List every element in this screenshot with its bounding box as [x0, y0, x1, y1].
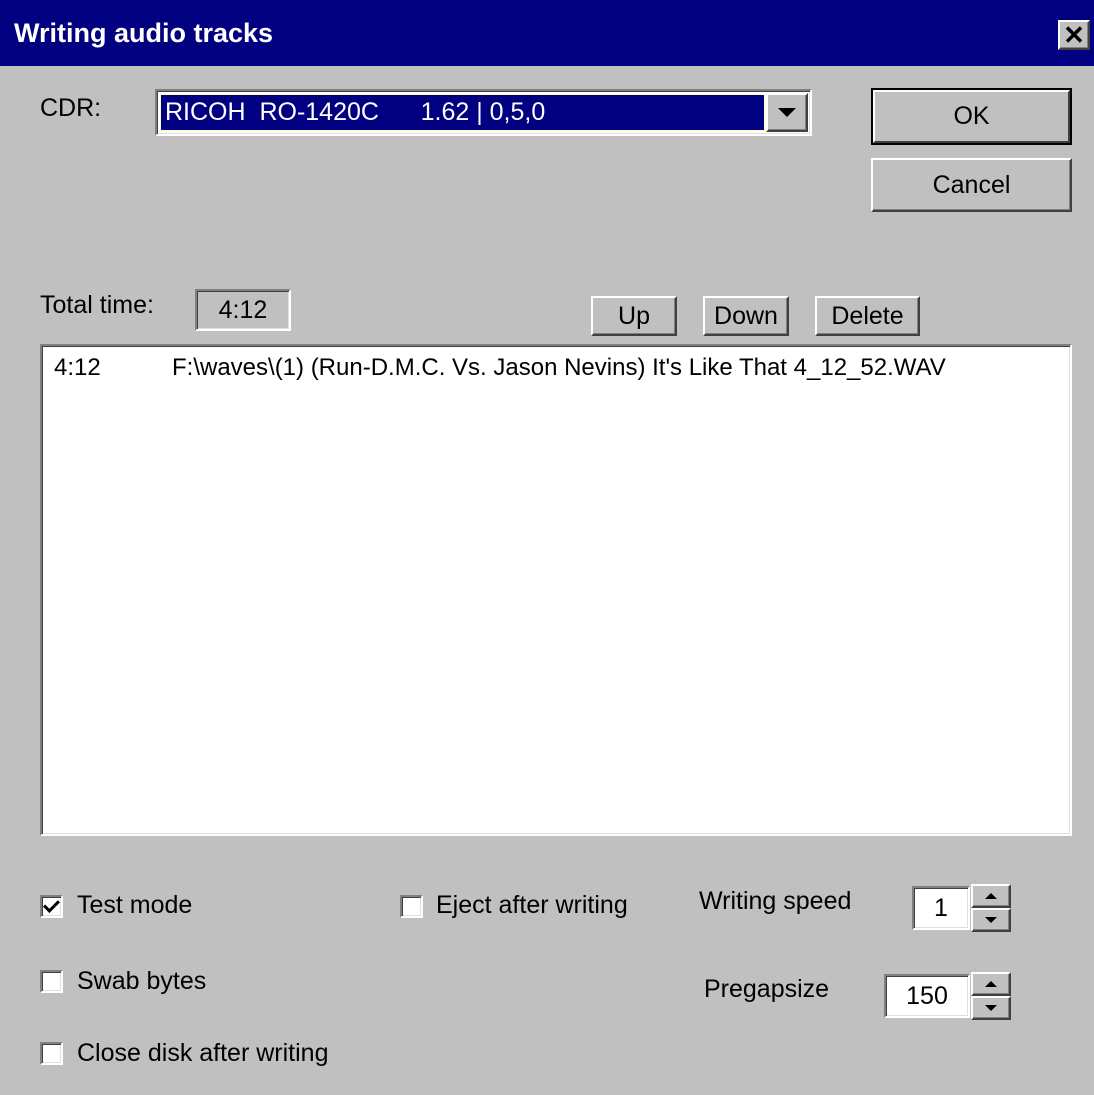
cdr-label: CDR: [40, 94, 102, 122]
eject-after-checkbox[interactable] [400, 895, 423, 918]
swab-bytes-checkbox[interactable] [40, 970, 63, 993]
spin-down-button[interactable] [971, 908, 1011, 932]
total-time-label: Total time: [40, 291, 154, 319]
eject-after-label[interactable]: Eject after writing [436, 891, 628, 920]
pregapsize-spinner[interactable] [971, 972, 1011, 1020]
spin-up-button[interactable] [971, 884, 1011, 908]
delete-button[interactable]: Delete [815, 296, 920, 336]
down-button[interactable]: Down [703, 296, 789, 336]
writing-speed-spinner[interactable] [971, 884, 1011, 932]
close-disk-checkbox[interactable] [40, 1042, 63, 1065]
cancel-button[interactable]: Cancel [871, 158, 1072, 212]
total-time-field: 4:12 [195, 289, 291, 331]
up-button-label: Up [618, 301, 650, 330]
test-mode-label[interactable]: Test mode [77, 891, 192, 920]
ok-button[interactable]: OK [871, 88, 1072, 145]
down-button-label: Down [714, 301, 778, 330]
cdr-selected-value: RICOH RO-1420C 1.62 | 0,5,0 [160, 94, 765, 131]
chevron-down-icon [778, 108, 796, 117]
delete-button-label: Delete [831, 301, 904, 330]
close-button[interactable]: ✕ [1058, 20, 1090, 50]
pregapsize-label: Pregapsize [704, 975, 830, 1003]
up-button[interactable]: Up [591, 296, 677, 336]
checkmark-icon [43, 896, 60, 913]
total-time-value: 4:12 [218, 295, 268, 324]
spin-down-button[interactable] [971, 996, 1011, 1020]
pregapsize-input[interactable]: 150 [884, 974, 970, 1018]
arrow-down-icon [985, 1005, 997, 1011]
spin-up-button[interactable] [971, 972, 1011, 996]
track-list[interactable]: 4:12 F:\waves\(1) (Run-D.M.C. Vs. Jason … [40, 344, 1072, 836]
close-icon: ✕ [1063, 20, 1085, 50]
arrow-up-icon [985, 893, 997, 899]
swab-bytes-label[interactable]: Swab bytes [77, 967, 206, 996]
writing-speed-value: 1 [934, 893, 948, 922]
cancel-button-label: Cancel [932, 170, 1011, 199]
cdr-dropdown[interactable]: RICOH RO-1420C 1.62 | 0,5,0 [155, 89, 812, 136]
close-disk-label[interactable]: Close disk after writing [77, 1039, 328, 1068]
track-time: 4:12 [54, 354, 101, 381]
ok-button-label: OK [953, 102, 990, 130]
test-mode-checkbox[interactable] [40, 895, 63, 918]
arrow-down-icon [985, 917, 997, 923]
writing-speed-label: Writing speed [699, 887, 852, 915]
pregapsize-value: 150 [906, 981, 948, 1010]
dropdown-arrow-button[interactable] [766, 93, 808, 132]
writing-speed-input[interactable]: 1 [912, 886, 970, 930]
arrow-up-icon [985, 981, 997, 987]
track-file: F:\waves\(1) (Run-D.M.C. Vs. Jason Nevin… [172, 354, 946, 381]
window-title: Writing audio tracks [14, 18, 274, 48]
